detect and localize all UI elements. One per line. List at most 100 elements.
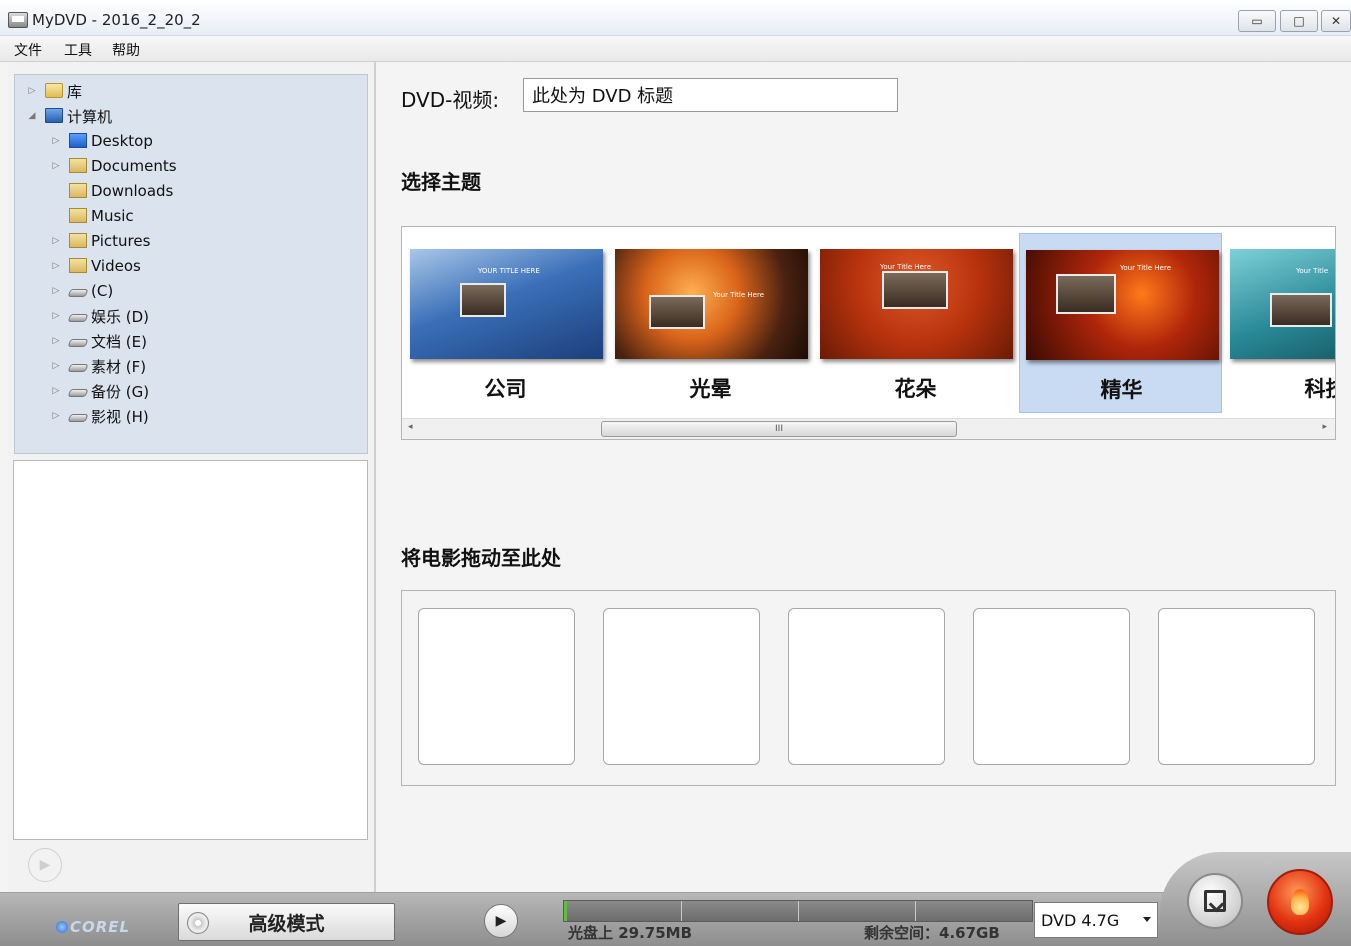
theme-item[interactable]: Your Title Here 精华 bbox=[1019, 233, 1222, 413]
tree-item[interactable]: ▷ (C) bbox=[15, 279, 355, 303]
app-icon bbox=[8, 12, 28, 28]
tree-item-label: Downloads bbox=[91, 182, 174, 200]
advanced-mode-button[interactable]: 高级模式 bbox=[178, 903, 395, 941]
theme-item[interactable]: YOUR TITLE HERE 公司 bbox=[404, 233, 607, 413]
drop-section-title: 将电影拖动至此处 bbox=[401, 546, 561, 570]
corel-ball-icon bbox=[56, 921, 68, 933]
disc-used-label: 光盘上 29.75MB bbox=[568, 924, 693, 942]
music-icon bbox=[69, 208, 87, 223]
tree-item-label: 备份 (G) bbox=[91, 382, 150, 401]
tree-expander-icon[interactable]: ▷ bbox=[51, 411, 61, 421]
title-bar: MyDVD - 2016_2_20_2 ▭ □ ✕ bbox=[0, 0, 1351, 36]
theme-scrollbar[interactable]: ◂ III ▸ bbox=[402, 418, 1335, 439]
minimize-button[interactable]: ▭ bbox=[1238, 10, 1276, 32]
movie-slot[interactable] bbox=[418, 608, 575, 765]
tree-item[interactable]: ▷ 文档 (E) bbox=[15, 329, 355, 353]
tree-expander-icon[interactable]: ▷ bbox=[51, 286, 61, 296]
tree-expander-icon[interactable]: ▷ bbox=[51, 386, 61, 396]
theme-name: 花朵 bbox=[894, 377, 937, 401]
documents-icon bbox=[69, 158, 87, 173]
chevron-down-icon bbox=[1143, 917, 1151, 922]
drive-icon bbox=[67, 414, 89, 422]
tree-item[interactable]: ▷ Documents bbox=[15, 154, 355, 178]
movie-drop-zone[interactable] bbox=[401, 590, 1336, 786]
menu-help[interactable]: 帮助 bbox=[112, 40, 140, 60]
theme-item[interactable]: Your Title Here 花朵 bbox=[814, 233, 1017, 413]
tree-item[interactable]: ▷ Videos bbox=[15, 254, 355, 278]
drive-icon bbox=[67, 364, 89, 372]
theme-thumbnail: Your Title Here bbox=[820, 249, 1013, 359]
theme-strip: YOUR TITLE HERE 公司 Your Title Here 光晕 Your T… bbox=[401, 226, 1336, 440]
drive-icon bbox=[67, 289, 89, 297]
tree-expander-icon[interactable]: ▷ bbox=[51, 161, 61, 171]
menu-tools[interactable]: 工具 bbox=[64, 40, 92, 60]
tree-item[interactable]: ▷ 素材 (F) bbox=[15, 354, 355, 378]
preview-play-button[interactable]: ▶ bbox=[28, 848, 62, 882]
tree-item-label: Videos bbox=[91, 257, 141, 275]
theme-thumbnail: YOUR TITLE HERE bbox=[410, 249, 603, 359]
menu-file[interactable]: 文件 bbox=[14, 40, 42, 60]
close-button[interactable]: ✕ bbox=[1321, 10, 1351, 32]
movie-slot[interactable] bbox=[1158, 608, 1315, 765]
tree-item[interactable]: ◢ 计算机 bbox=[15, 104, 355, 128]
theme-thumbnail: Your Title Here bbox=[1026, 250, 1219, 360]
tree-item[interactable]: ▷ Pictures bbox=[15, 229, 355, 253]
disc-type-select[interactable]: DVD 4.7G bbox=[1034, 902, 1158, 938]
tree-item[interactable]: Downloads bbox=[15, 179, 355, 203]
dvd-title-label: DVD-视频: bbox=[401, 88, 500, 112]
tree-item[interactable]: ▷ 娱乐 (D) bbox=[15, 304, 355, 328]
dvd-title-input[interactable] bbox=[523, 78, 898, 112]
tree-item[interactable]: ▷ 影视 (H) bbox=[15, 404, 355, 428]
theme-name: 精华 bbox=[1100, 378, 1143, 402]
capacity-tick bbox=[798, 901, 799, 921]
disc-capacity-bar bbox=[563, 900, 1033, 922]
theme-thumbnail-caption: Your Title Here bbox=[713, 291, 764, 299]
theme-thumbnail: Your Title bbox=[1230, 249, 1335, 359]
library-folder-icon bbox=[45, 83, 63, 98]
menu-bar: 文件 工具 帮助 bbox=[0, 36, 1351, 62]
tree-item[interactable]: ▷ 备份 (G) bbox=[15, 379, 355, 403]
theme-photo-frame bbox=[649, 295, 705, 329]
theme-name: 公司 bbox=[484, 377, 527, 401]
tree-item-label: 影视 (H) bbox=[91, 407, 149, 426]
scroll-right-icon[interactable]: ▸ bbox=[1322, 422, 1327, 432]
theme-item[interactable]: Your Title 科技 bbox=[1224, 233, 1336, 413]
tree-item-label: 文档 (E) bbox=[91, 332, 147, 351]
tree-expander-icon[interactable]: ▷ bbox=[51, 311, 61, 321]
tree-expander-icon[interactable]: ▷ bbox=[51, 336, 61, 346]
movie-slot[interactable] bbox=[603, 608, 760, 765]
capacity-tick bbox=[681, 901, 682, 921]
scroll-left-icon[interactable]: ◂ bbox=[408, 422, 413, 432]
theme-name: 科技 bbox=[1304, 377, 1336, 401]
burn-flame-icon bbox=[1291, 889, 1309, 915]
tree-expander-icon[interactable]: ▷ bbox=[51, 236, 61, 246]
tree-expander-icon[interactable]: ▷ bbox=[51, 261, 61, 271]
tree-item[interactable]: ▷ Desktop bbox=[15, 129, 355, 153]
tree-item-label: 计算机 bbox=[67, 107, 113, 126]
tree-expander-icon[interactable]: ◢ bbox=[27, 111, 37, 121]
maximize-button[interactable]: □ bbox=[1280, 10, 1318, 32]
tree-expander-icon[interactable]: ▷ bbox=[27, 86, 37, 96]
save-project-button[interactable] bbox=[1187, 873, 1243, 929]
tree-expander-icon[interactable]: ▷ bbox=[51, 361, 61, 371]
theme-name: 光晕 bbox=[689, 377, 732, 401]
theme-section-title: 选择主题 bbox=[401, 170, 481, 194]
corel-logo: COREL bbox=[56, 918, 130, 936]
tree-item[interactable]: Music bbox=[15, 204, 355, 228]
tree-item-label: 娱乐 (D) bbox=[91, 307, 150, 326]
movie-slot[interactable] bbox=[973, 608, 1130, 765]
tree-item-label: Music bbox=[91, 207, 134, 225]
scroll-thumb[interactable]: III bbox=[601, 421, 957, 437]
tree-expander-icon[interactable]: ▷ bbox=[51, 136, 61, 146]
movie-slot[interactable] bbox=[788, 608, 945, 765]
tree-item[interactable]: ▷ 库 bbox=[15, 79, 355, 103]
pictures-icon bbox=[69, 233, 87, 248]
burn-button[interactable] bbox=[1267, 869, 1333, 935]
theme-photo-frame bbox=[460, 283, 506, 317]
disc-free-label: 剩余空间：4.67GB bbox=[864, 924, 1000, 942]
play-button[interactable]: ▶ bbox=[484, 904, 518, 938]
theme-photo-frame bbox=[1056, 274, 1116, 314]
theme-item[interactable]: Your Title Here 光晕 bbox=[609, 233, 812, 413]
disc-capacity-fill bbox=[564, 901, 567, 921]
tree-item-label: Pictures bbox=[91, 232, 151, 250]
